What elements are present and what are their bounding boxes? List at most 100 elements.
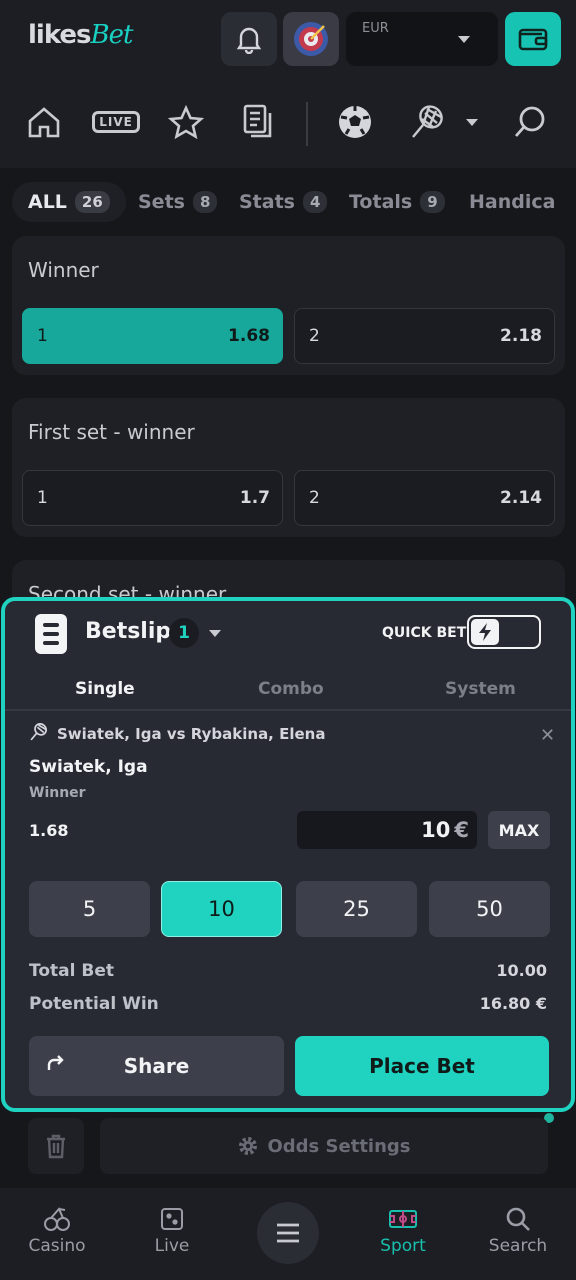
stadium-icon (389, 1210, 417, 1228)
logo-text-bet: Bet (90, 20, 134, 50)
nav-label: Live (154, 1236, 190, 1256)
odds-settings-button[interactable]: Odds Settings (100, 1118, 548, 1174)
tab-count: 26 (74, 191, 110, 213)
wallet-icon (518, 28, 548, 51)
nav-label: Sport (380, 1236, 426, 1256)
star-icon (168, 105, 204, 139)
odd-button[interactable]: 1 1.7 (22, 470, 283, 526)
avatar[interactable] (283, 12, 339, 66)
quick-stake-button[interactable]: 5 (29, 881, 150, 937)
odd-button[interactable]: 2 2.18 (294, 308, 555, 364)
max-button[interactable]: MAX (488, 811, 550, 849)
tab-sets[interactable]: Sets 8 (138, 182, 218, 222)
tab-label: ALL (28, 191, 67, 213)
odd-value: 2.14 (500, 488, 542, 508)
home-button[interactable] (24, 102, 64, 142)
share-arrow-icon (47, 1055, 64, 1070)
nav-search[interactable]: Search (468, 1202, 568, 1256)
quick-stake-button[interactable]: 10 (161, 881, 282, 937)
tab-totals[interactable]: Totals 9 (349, 182, 445, 222)
odd-name: 2 (309, 326, 320, 346)
document-icon (243, 104, 272, 138)
menu-button[interactable] (257, 1202, 319, 1264)
tab-label: Totals (349, 191, 413, 213)
nav-live[interactable]: Live (122, 1202, 222, 1256)
live-button[interactable]: LIVE (92, 102, 140, 142)
quick-stake-button[interactable]: 50 (429, 881, 550, 937)
betslip-title: Betslip (85, 619, 172, 644)
market-title: First set - winner (28, 420, 195, 444)
chevron-down-icon (466, 118, 478, 126)
cherries-icon (44, 1207, 70, 1231)
odd-button[interactable]: 1 1.68 (22, 308, 283, 364)
quick-bet-toggle[interactable] (467, 615, 541, 649)
favorites-button[interactable] (166, 102, 206, 142)
soccer-ball-icon (339, 106, 371, 138)
odd-value: 2.18 (500, 326, 542, 346)
logo[interactable]: likesBet (28, 20, 134, 50)
stake-input[interactable]: 10 € (297, 811, 477, 849)
event-name: Swiatek, Iga vs Rybakina, Elena (57, 725, 326, 743)
currency-label: EUR (362, 21, 389, 36)
search-icon (506, 1207, 530, 1231)
odd-value: 1.68 (228, 326, 270, 346)
wallet-button[interactable] (505, 12, 561, 66)
nav-label: Casino (28, 1236, 86, 1256)
odd-button[interactable]: 2 2.14 (294, 470, 555, 526)
dice-icon (161, 1208, 183, 1230)
chevron-down-icon[interactable] (209, 630, 221, 637)
home-icon (28, 107, 60, 138)
odd-name: 1 (37, 488, 48, 508)
notifications-button[interactable] (221, 12, 277, 66)
search-button[interactable] (510, 102, 550, 142)
selection-name: Swiatek, Iga (29, 757, 148, 777)
clear-betslip-button[interactable] (28, 1118, 84, 1174)
tab-label: Stats (239, 191, 295, 213)
soccer-button[interactable] (335, 102, 375, 142)
total-bet-label: Total Bet (29, 961, 114, 981)
betslip-panel: Betslip 1 QUICK BET Single Combo System … (1, 597, 575, 1112)
currency-select[interactable]: EUR (346, 12, 498, 66)
nav-divider (306, 102, 308, 146)
tab-system[interactable]: System (445, 679, 516, 699)
place-bet-button[interactable]: Place Bet (295, 1036, 549, 1096)
tab-handicap[interactable]: Handica (469, 182, 555, 222)
search-icon (514, 106, 545, 137)
tab-count: 9 (420, 191, 445, 213)
nav-sport[interactable]: Sport (353, 1202, 453, 1256)
sport-dropdown[interactable] (458, 102, 486, 142)
betslip-history-button[interactable] (238, 102, 278, 142)
betslip-count-badge: 1 (169, 618, 199, 648)
tab-label: Sets (138, 191, 185, 213)
tab-count: 4 (302, 191, 328, 213)
quick-stake-button[interactable]: 25 (296, 881, 417, 937)
market-winner: Winner 1 1.68 2 2.18 (12, 236, 565, 375)
trash-icon (47, 1134, 65, 1159)
bell-icon (236, 27, 262, 54)
share-button[interactable]: Share (29, 1036, 284, 1096)
tab-single[interactable]: Single (75, 679, 135, 699)
tab-stats[interactable]: Stats 4 (239, 182, 328, 222)
tab-label: Handica (469, 191, 556, 213)
potential-win-value: 16.80 € (479, 994, 547, 1013)
potential-win-label: Potential Win (29, 994, 159, 1014)
share-label: Share (123, 1054, 190, 1078)
market-name: Winner (29, 785, 86, 801)
market-tabs: ALL 26 Sets 8 Stats 4 Totals 9 Handica (0, 168, 576, 234)
live-icon: LIVE (92, 111, 140, 133)
sport-nav-bar: LIVE (0, 80, 576, 168)
divider (5, 709, 571, 711)
tab-combo[interactable]: Combo (258, 679, 324, 699)
tennis-button[interactable] (408, 102, 448, 142)
odd-name: 2 (309, 488, 320, 508)
odds-settings-label: Odds Settings (267, 1135, 411, 1157)
total-bet-value: 10.00 (496, 961, 547, 980)
bottom-nav: Casino Live Sport Search (0, 1188, 576, 1280)
selection-odds: 1.68 (29, 821, 69, 840)
close-icon[interactable]: ✕ (540, 725, 555, 746)
stake-currency: € (454, 818, 469, 842)
quick-bet-label: QUICK BET (382, 625, 467, 641)
nav-casino[interactable]: Casino (7, 1202, 107, 1256)
tab-count: 8 (192, 191, 218, 213)
tab-all[interactable]: ALL 26 (12, 182, 126, 222)
